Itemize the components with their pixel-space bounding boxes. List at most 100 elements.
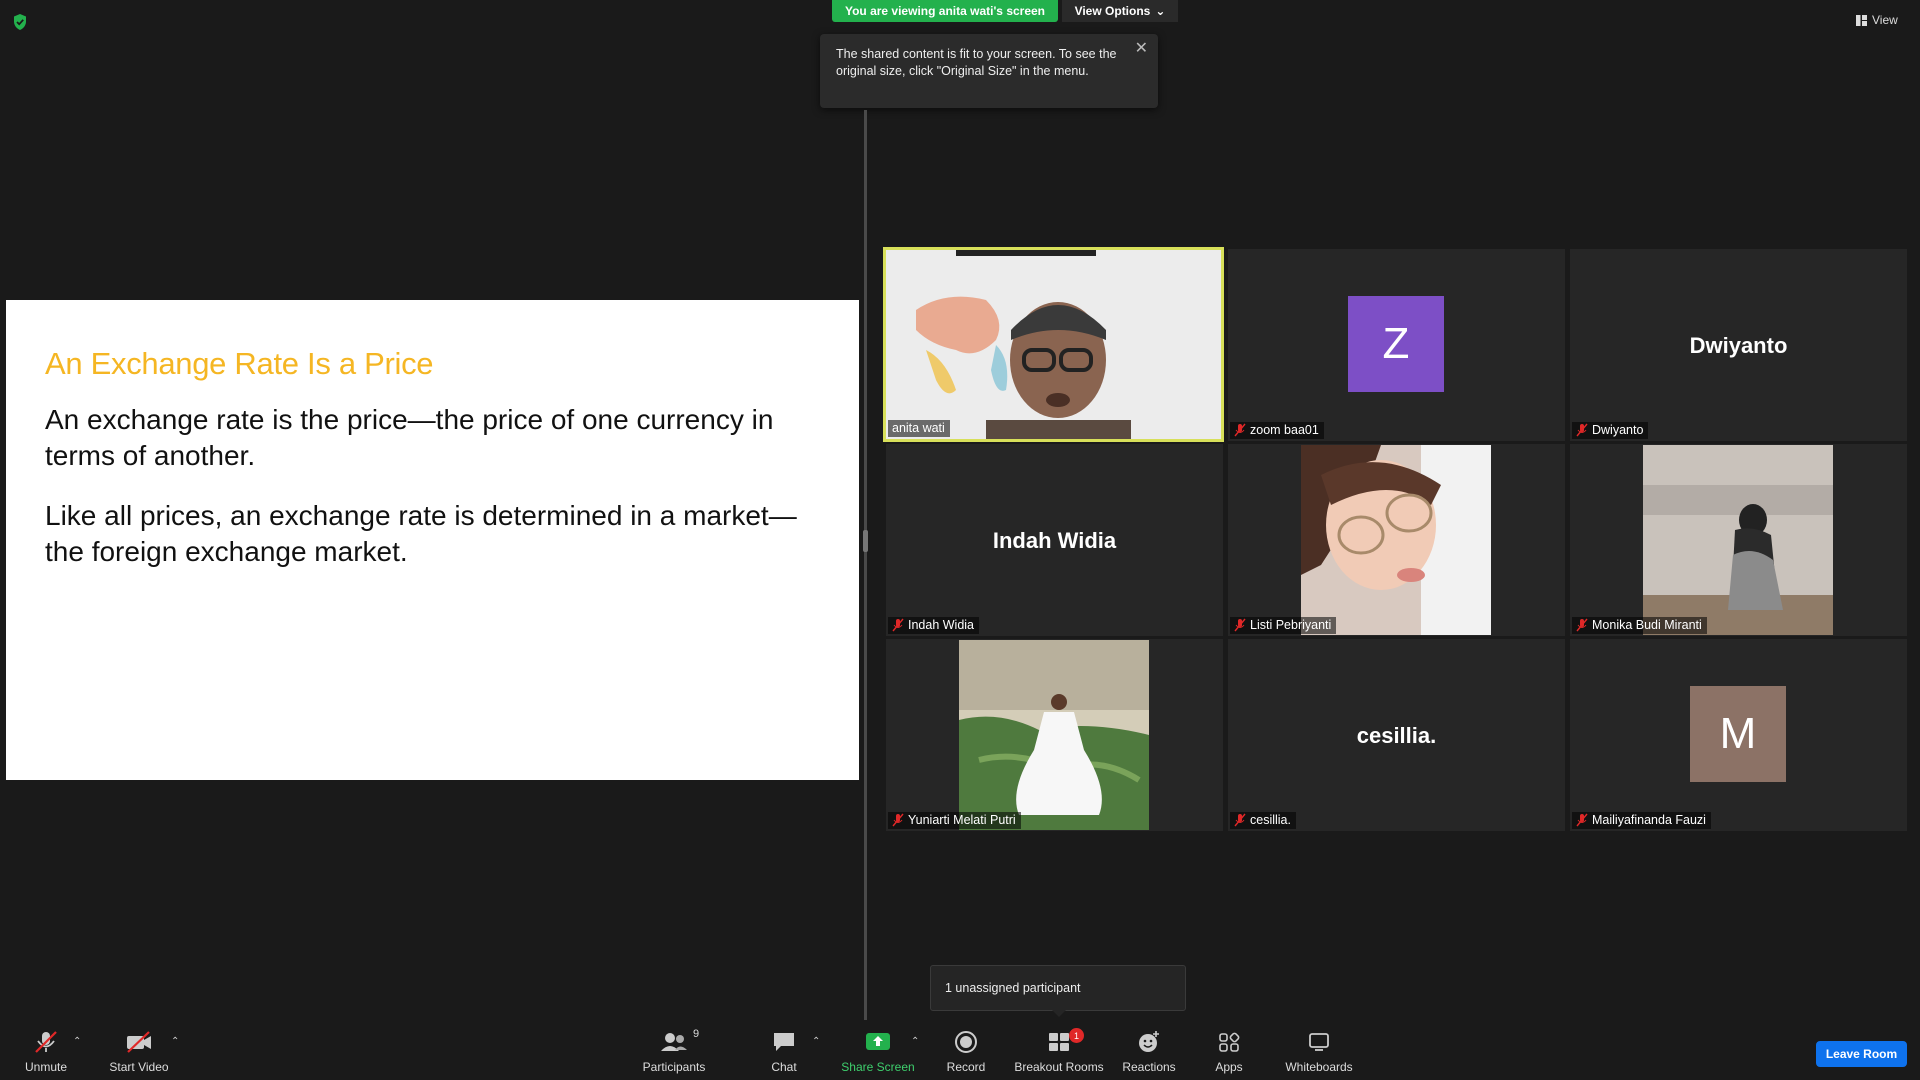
slide-paragraph: Like all prices, an exchange rate is det… (45, 500, 797, 567)
video-tile-cesillia[interactable]: cesillia. cesillia. (1228, 639, 1565, 831)
mic-muted-icon (35, 1031, 57, 1053)
viewing-share-banner: You are viewing anita wati's screen (832, 0, 1058, 22)
mic-muted-icon (1576, 618, 1588, 632)
view-options-button[interactable]: View Options ⌄ (1062, 0, 1178, 22)
fit-screen-tooltip: The shared content is fit to your screen… (820, 34, 1158, 108)
participant-name-tag: Dwiyanto (1572, 422, 1649, 439)
record-icon (955, 1031, 977, 1053)
splitter-handle[interactable] (863, 530, 868, 552)
video-off-icon (127, 1031, 151, 1053)
video-tile-mailiyafinanda-fauzi[interactable]: M Mailiyafinanda Fauzi (1570, 639, 1907, 831)
participant-name: anita wati (892, 421, 945, 435)
video-options-chevron-icon[interactable]: ⌃ (171, 1036, 179, 1047)
participant-video (959, 640, 1149, 830)
participant-name: cesillia. (1250, 813, 1291, 827)
participant-name: Monika Budi Miranti (1592, 618, 1702, 632)
security-shield-icon[interactable] (10, 12, 30, 32)
view-button[interactable]: View (1856, 10, 1916, 30)
chat-options-chevron-icon[interactable]: ⌃ (812, 1036, 820, 1047)
avatar: M (1690, 686, 1786, 782)
start-video-label: Start Video (109, 1060, 169, 1074)
chevron-down-icon: ⌄ (1155, 4, 1166, 18)
participant-display-name: Dwiyanto (1689, 333, 1788, 358)
mic-muted-icon (1234, 813, 1246, 827)
mic-muted-icon (892, 618, 904, 632)
participant-name-tag: Yuniarti Melati Putri (888, 812, 1021, 829)
participant-name: Mailiyafinanda Fauzi (1592, 813, 1706, 827)
slide-title: An Exchange Rate Is a Price (45, 346, 434, 381)
video-tile-indah-widia[interactable]: Indah Widia Indah Widia (886, 444, 1223, 636)
mic-muted-icon (1234, 423, 1246, 437)
leave-room-button[interactable]: Leave Room (1816, 1041, 1907, 1067)
video-tile-listi-pebriyanti[interactable]: Listi Pebriyanti (1228, 444, 1565, 636)
video-tile-zoom-baa01[interactable]: Z zoom baa01 (1228, 249, 1565, 441)
breakout-rooms-icon (1049, 1033, 1069, 1051)
participant-video (1643, 445, 1833, 635)
record-button[interactable]: Record (946, 1030, 986, 1074)
slide-paragraph: An exchange rate is the price—the price … (45, 404, 774, 471)
record-label: Record (946, 1060, 986, 1074)
participant-video (1301, 445, 1491, 635)
unmute-button[interactable]: Unmute (18, 1030, 74, 1074)
view-options-label: View Options (1074, 4, 1151, 18)
video-tile-dwiyanto[interactable]: Dwiyanto Dwiyanto (1570, 249, 1907, 441)
grid-view-icon (1856, 14, 1867, 26)
participant-name: Listi Pebriyanti (1250, 618, 1332, 632)
participant-name-tag: zoom baa01 (1230, 422, 1324, 439)
start-video-button[interactable]: Start Video (104, 1030, 174, 1074)
participant-name: Yuniarti Melati Putri (908, 813, 1016, 827)
apps-icon (1219, 1032, 1240, 1052)
close-icon[interactable]: ✕ (1135, 40, 1148, 57)
participant-display-name: Indah Widia (992, 528, 1117, 553)
video-tile-monika-budi-miranti[interactable]: Monika Budi Miranti (1570, 444, 1907, 636)
participant-name-tag: Indah Widia (888, 617, 980, 634)
participant-video (886, 250, 1221, 439)
reactions-icon (1139, 1031, 1159, 1052)
view-label: View (1872, 13, 1898, 27)
participants-label: Participants (642, 1060, 706, 1074)
chat-icon (774, 1033, 794, 1051)
participants-button[interactable]: 9 Participants (636, 1028, 712, 1074)
chat-label: Chat (771, 1060, 797, 1074)
view-splitter[interactable] (864, 110, 867, 1025)
mic-muted-icon (1576, 423, 1588, 437)
participant-name: Dwiyanto (1592, 423, 1644, 437)
toast-text: 1 unassigned participant (945, 981, 1081, 995)
reactions-button[interactable]: Reactions (1121, 1030, 1177, 1074)
apps-button[interactable]: Apps (1214, 1030, 1244, 1074)
tooltip-text: The shared content is fit to your screen… (836, 47, 1117, 78)
shared-screen-slide: An Exchange Rate Is a Price An exchange … (6, 300, 859, 780)
mic-muted-icon (1234, 618, 1246, 632)
video-tile-anita-wati[interactable]: anita wati (883, 247, 1224, 442)
participant-name-tag: Monika Budi Miranti (1572, 617, 1707, 634)
whiteboards-label: Whiteboards (1285, 1060, 1353, 1074)
whiteboard-icon (1309, 1033, 1329, 1051)
audio-options-chevron-icon[interactable]: ⌃ (73, 1036, 81, 1047)
mic-muted-icon (892, 813, 904, 827)
share-options-chevron-icon[interactable]: ⌃ (911, 1036, 919, 1047)
participant-name-tag: anita wati (888, 420, 950, 437)
participant-name-tag: Mailiyafinanda Fauzi (1572, 812, 1711, 829)
participant-name: zoom baa01 (1250, 423, 1319, 437)
mic-muted-icon (1576, 813, 1588, 827)
participants-icon (661, 1033, 687, 1051)
breakout-rooms-label: Breakout Rooms (1014, 1060, 1104, 1074)
participant-name: Indah Widia (908, 618, 975, 632)
share-screen-label: Share Screen (841, 1060, 915, 1074)
avatar: Z (1348, 296, 1444, 392)
apps-label: Apps (1215, 1060, 1243, 1074)
participants-count: 9 (693, 1028, 700, 1040)
unmute-label: Unmute (24, 1060, 68, 1074)
participant-name-tag: Listi Pebriyanti (1230, 617, 1337, 634)
breakout-notification-badge: 1 (1069, 1028, 1084, 1043)
participant-display-name: cesillia. (1356, 723, 1437, 748)
chat-button[interactable]: Chat (762, 1030, 806, 1074)
unassigned-participant-toast[interactable]: 1 unassigned participant (930, 965, 1186, 1011)
toast-pointer (1052, 1010, 1066, 1017)
reactions-label: Reactions (1122, 1060, 1176, 1074)
video-tile-yuniarti-melati-putri[interactable]: Yuniarti Melati Putri (886, 639, 1223, 831)
share-screen-icon (866, 1033, 890, 1050)
share-screen-button[interactable]: Share Screen (838, 1030, 918, 1074)
breakout-rooms-button[interactable]: 1 Breakout Rooms (1012, 1028, 1106, 1074)
whiteboards-button[interactable]: Whiteboards (1284, 1030, 1354, 1074)
